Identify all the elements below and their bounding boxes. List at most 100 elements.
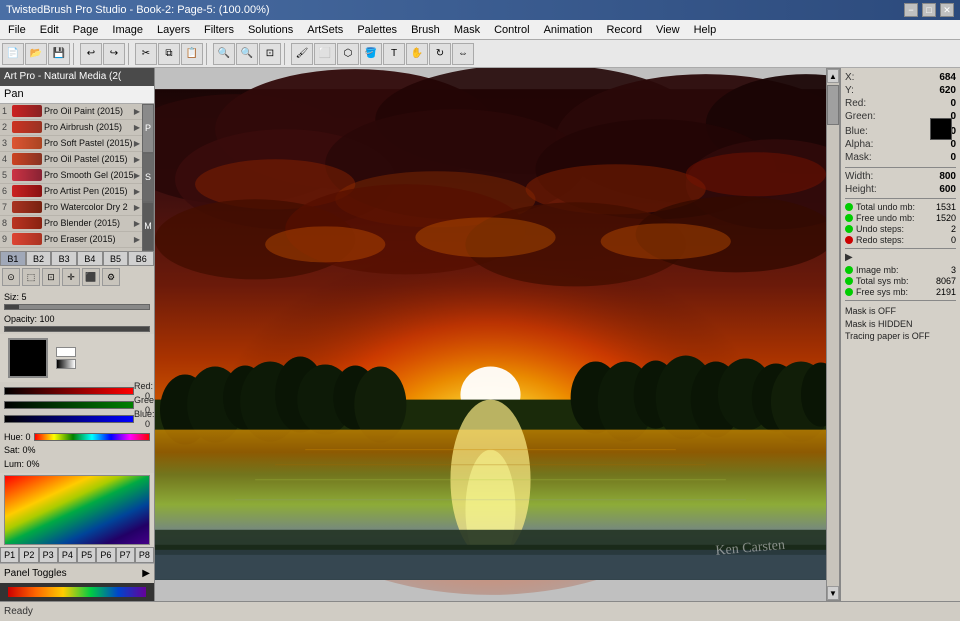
move-icon[interactable]: ✛: [62, 268, 80, 286]
palette-tab-p2[interactable]: P2: [19, 547, 38, 563]
select-rect-icon[interactable]: ⬚: [22, 268, 40, 286]
settings-icon[interactable]: ⚙: [102, 268, 120, 286]
pan-tool-button[interactable]: ✋: [406, 43, 428, 65]
text-tool-button[interactable]: T: [383, 43, 405, 65]
eraser-tool-button[interactable]: ⬜: [314, 43, 336, 65]
vertical-scrollbar[interactable]: ▲ ▼: [826, 68, 840, 601]
opacity-slider[interactable]: [4, 326, 150, 332]
scroll-up-arrow[interactable]: ▲: [827, 69, 839, 83]
brush-arrow-4: ▶: [134, 155, 140, 164]
mirror-button[interactable]: ⇔: [452, 43, 474, 65]
color-swatch[interactable]: [8, 338, 48, 378]
b-button-b6[interactable]: B6: [128, 251, 154, 267]
open-button[interactable]: 📂: [25, 43, 47, 65]
crop-icon[interactable]: ⊡: [42, 268, 60, 286]
brush-tool-button[interactable]: 🖌: [291, 43, 313, 65]
menu-item-record[interactable]: Record: [600, 22, 647, 38]
zoom-in-button[interactable]: 🔍: [213, 43, 235, 65]
palette-tab-p8[interactable]: P8: [135, 547, 154, 563]
menu-item-view[interactable]: View: [650, 22, 686, 38]
zoom-fit-button[interactable]: ⊡: [259, 43, 281, 65]
menu-item-palettes[interactable]: Palettes: [351, 22, 403, 38]
hue-slider[interactable]: [34, 433, 150, 441]
menu-item-solutions[interactable]: Solutions: [242, 22, 299, 38]
bottom-color-bar[interactable]: [0, 583, 154, 601]
menu-item-edit[interactable]: Edit: [34, 22, 65, 38]
scroll-down-arrow[interactable]: ▼: [827, 586, 839, 600]
cut-button[interactable]: ✂: [135, 43, 157, 65]
gray-swatch[interactable]: [56, 359, 76, 369]
redo-button[interactable]: ↪: [103, 43, 125, 65]
stamp-icon[interactable]: ⬛: [82, 268, 100, 286]
minimize-button[interactable]: −: [904, 3, 918, 17]
scroll-thumb[interactable]: [827, 85, 839, 125]
new-button[interactable]: 📄: [2, 43, 24, 65]
b-button-b4[interactable]: B4: [77, 251, 103, 267]
lasso-icon[interactable]: ⊙: [2, 268, 20, 286]
menubar: FileEditPageImageLayersFiltersSolutionsA…: [0, 20, 960, 40]
canvas-wrapper[interactable]: Ken Carsten: [155, 68, 826, 601]
menu-item-artsets[interactable]: ArtSets: [301, 22, 349, 38]
palette-tab-p3[interactable]: P3: [39, 547, 58, 563]
brush-item-4[interactable]: 4 Pro Oil Pastel (2015) ▶: [0, 152, 142, 168]
color-palette[interactable]: [4, 475, 150, 545]
undo-button[interactable]: ↩: [80, 43, 102, 65]
brush-item-5[interactable]: 5 Pro Smooth Gel (2015) ▶: [0, 168, 142, 184]
brush-item-3[interactable]: 3 Pro Soft Pastel (2015) ▶: [0, 136, 142, 152]
brush-item-1[interactable]: 1 Pro Oil Paint (2015) ▶: [0, 104, 142, 120]
hue-label: Hue: 0: [4, 432, 34, 442]
rotate-button[interactable]: ↻: [429, 43, 451, 65]
palette-tab-p4[interactable]: P4: [58, 547, 77, 563]
close-button[interactable]: ✕: [940, 3, 954, 17]
menu-item-image[interactable]: Image: [106, 22, 149, 38]
menu-item-control[interactable]: Control: [488, 22, 535, 38]
white-swatch[interactable]: [56, 347, 76, 357]
s-button[interactable]: S: [142, 153, 154, 202]
maximize-button[interactable]: □: [922, 3, 936, 17]
p-button[interactable]: P: [142, 104, 154, 153]
brush-item-8[interactable]: 8 Pro Blender (2015) ▶: [0, 216, 142, 232]
select-tool-button[interactable]: ⬡: [337, 43, 359, 65]
sat-lum-labels: Sat: 0% Lum: 0%: [4, 444, 150, 471]
total-sys-dot: [845, 277, 853, 285]
b-button-b1[interactable]: B1: [0, 251, 26, 267]
brush-item-7[interactable]: 7 Pro Watercolor Dry 2 ▶: [0, 200, 142, 216]
paste-button[interactable]: 📋: [181, 43, 203, 65]
palette-tab-p5[interactable]: P5: [77, 547, 96, 563]
brush-item-6[interactable]: 6 Pro Artist Pen (2015) ▶: [0, 184, 142, 200]
menu-item-filters[interactable]: Filters: [198, 22, 240, 38]
b-button-b3[interactable]: B3: [51, 251, 77, 267]
b-button-b2[interactable]: B2: [26, 251, 52, 267]
red-bar[interactable]: [4, 387, 134, 395]
menu-item-page[interactable]: Page: [67, 22, 105, 38]
brush-num-1: 1: [2, 106, 12, 116]
green-bar[interactable]: [4, 401, 134, 409]
panel-toggle[interactable]: Panel Toggles ▶: [0, 563, 154, 583]
palette-tab-p7[interactable]: P7: [116, 547, 135, 563]
menu-item-layers[interactable]: Layers: [151, 22, 196, 38]
size-label: Siz: 5: [4, 292, 27, 302]
blue-bar[interactable]: [4, 415, 134, 423]
free-sys-dot: [845, 288, 853, 296]
save-button[interactable]: 💾: [48, 43, 70, 65]
palette-tab-p1[interactable]: P1: [0, 547, 19, 563]
menu-item-help[interactable]: Help: [688, 22, 723, 38]
height-value: 600: [939, 184, 956, 195]
fill-tool-button[interactable]: 🪣: [360, 43, 382, 65]
menu-item-mask[interactable]: Mask: [448, 22, 486, 38]
copy-button[interactable]: ⧉: [158, 43, 180, 65]
brush-item-2[interactable]: 2 Pro Airbrush (2015) ▶: [0, 120, 142, 136]
size-slider[interactable]: [4, 304, 150, 310]
b-button-b5[interactable]: B5: [103, 251, 129, 267]
m-button[interactable]: M: [142, 202, 154, 251]
brush-item-9[interactable]: 9 Pro Eraser (2015) ▶: [0, 232, 142, 248]
menu-item-file[interactable]: File: [2, 22, 32, 38]
panel-toggle-label: Panel Toggles: [4, 568, 142, 579]
mask-label: Mask:: [845, 152, 872, 163]
zoom-out-button[interactable]: 🔍: [236, 43, 258, 65]
menu-item-brush[interactable]: Brush: [405, 22, 446, 38]
menu-item-animation[interactable]: Animation: [538, 22, 599, 38]
brush-arrow-9: ▶: [134, 235, 140, 244]
palette-tab-p6[interactable]: P6: [96, 547, 115, 563]
brush-arrow-5: ▶: [134, 171, 140, 180]
